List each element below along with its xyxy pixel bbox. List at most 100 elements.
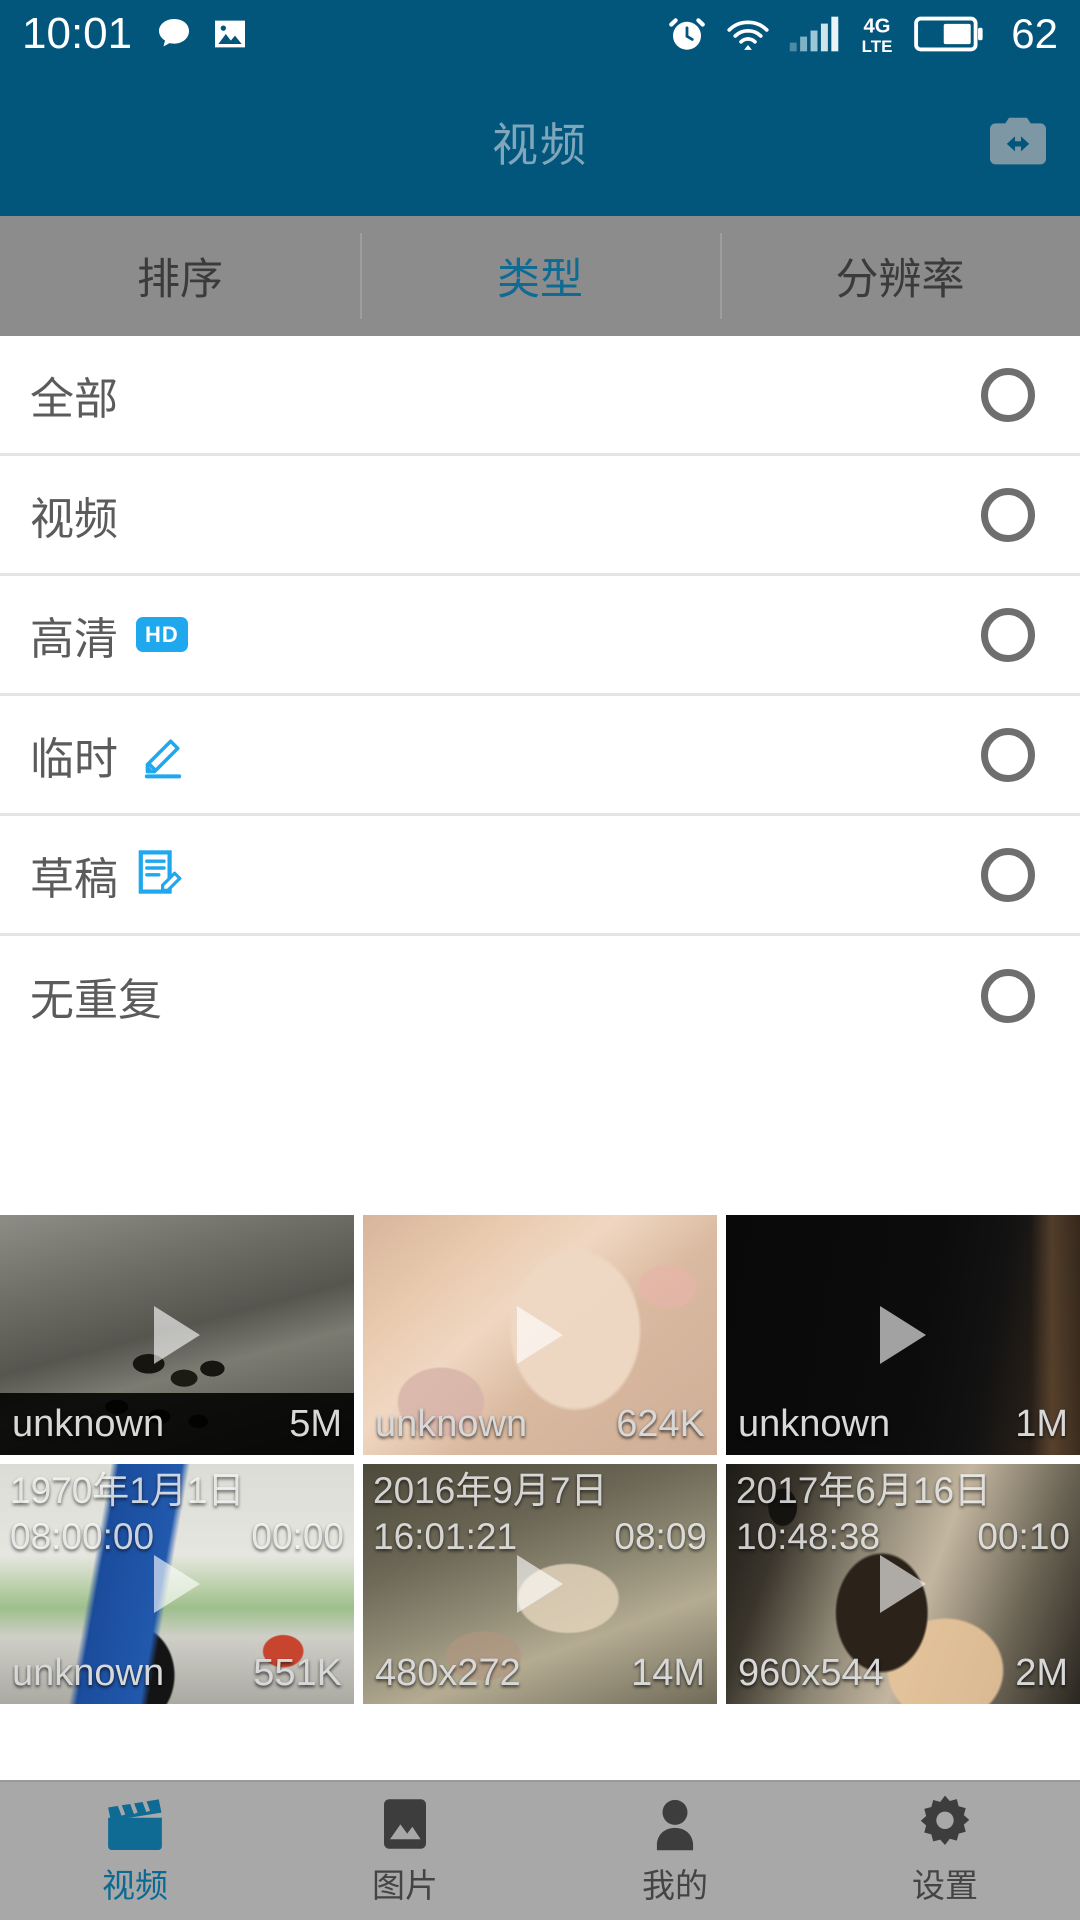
- video-date: 2016年9月7日: [373, 1470, 608, 1511]
- video-time: 10:48:38: [736, 1516, 881, 1557]
- pencil-icon: [144, 739, 182, 778]
- filter-tab-label: 排序: [137, 256, 223, 304]
- video-title: unknown: [12, 1651, 165, 1694]
- video-time: 16:01:21: [373, 1516, 518, 1557]
- filter-option-label: 视频: [30, 494, 118, 544]
- app-screen: 10:01 4G LTE 62 视频 排序 类型 分辨率 全部 视频 高清 HD…: [0, 0, 1080, 1920]
- message-icon: [154, 14, 194, 54]
- video-info-bar: unknown 1M: [726, 1393, 1080, 1455]
- video-duration: 00:00: [251, 1516, 344, 1557]
- draft-icon: [136, 848, 184, 902]
- radio-button[interactable]: [981, 969, 1035, 1023]
- video-info-bar: unknown 624K: [363, 1393, 717, 1455]
- play-icon: [154, 1306, 200, 1364]
- status-left-icons: [154, 14, 250, 54]
- app-header: 视频: [0, 68, 1080, 216]
- video-size: 551K: [253, 1651, 342, 1694]
- filter-option-row[interactable]: 高清 HD: [0, 576, 1080, 696]
- video-size: 14M: [631, 1651, 705, 1694]
- svg-text:4G: 4G: [864, 15, 891, 37]
- wifi-icon: [725, 14, 771, 54]
- nav-item-label: 我的: [642, 1866, 708, 1904]
- camera-switch-icon[interactable]: [982, 111, 1054, 173]
- filter-option-row[interactable]: 临时: [0, 696, 1080, 816]
- video-thumbnail[interactable]: unknown 5M: [0, 1215, 354, 1455]
- gallery-icon: [210, 14, 250, 54]
- tab-type[interactable]: 类型: [360, 216, 720, 336]
- filter-option-label: 全部: [30, 374, 118, 424]
- video-thumbnail[interactable]: unknown 624K: [363, 1215, 717, 1455]
- video-thumbnail[interactable]: 2017年6月16日 10:48:38 00:10 960x544 2M: [726, 1464, 1080, 1704]
- video-title: unknown: [375, 1402, 528, 1445]
- tab-resolution[interactable]: 分辨率: [720, 216, 1080, 336]
- filter-option-list: 全部 视频 高清 HD 临时 草稿 无重复: [0, 336, 1080, 1056]
- play-icon: [517, 1555, 563, 1613]
- video-info-bar: 960x544 2M: [726, 1642, 1080, 1704]
- video-time-row: 10:48:38 00:10: [736, 1516, 1070, 1558]
- video-title: 480x272: [375, 1651, 521, 1694]
- bottom-navigation: 视频 图片 我的 设置: [0, 1780, 1080, 1920]
- video-title: unknown: [12, 1402, 165, 1445]
- video-time-row: 08:00:00 00:00: [10, 1516, 344, 1558]
- video-time: 08:00:00: [10, 1516, 155, 1557]
- status-time: 10:01: [22, 9, 133, 58]
- play-icon: [154, 1555, 200, 1613]
- radio-button[interactable]: [981, 607, 1035, 662]
- play-icon: [517, 1306, 563, 1364]
- pencil-icon: [136, 728, 190, 782]
- filter-option-row[interactable]: 草稿: [0, 816, 1080, 936]
- nav-item-label: 视频: [102, 1866, 168, 1904]
- video-size: 624K: [616, 1402, 705, 1445]
- video-size: 1M: [1015, 1402, 1068, 1445]
- play-icon: [880, 1306, 926, 1364]
- svg-text:LTE: LTE: [862, 37, 893, 55]
- video-info-bar: 480x272 14M: [363, 1642, 717, 1704]
- video-title: unknown: [738, 1402, 891, 1445]
- filter-option-label: 无重复: [30, 976, 162, 1025]
- video-time-row: 16:01:21 08:09: [373, 1516, 707, 1558]
- radio-button[interactable]: [981, 847, 1035, 902]
- filter-option-row[interactable]: 无重复: [0, 936, 1080, 1056]
- video-grid: unknown 5M unknown 624K unknown 1M 1970年…: [0, 1215, 1080, 1713]
- video-size: 2M: [1015, 1651, 1068, 1694]
- radio-button[interactable]: [981, 487, 1035, 542]
- status-right-icons: 4G LTE 62: [666, 13, 1058, 55]
- play-icon: [880, 1555, 926, 1613]
- filter-option-label: 临时: [30, 734, 118, 784]
- video-info-bar: unknown 551K: [0, 1642, 354, 1704]
- nav-item-person[interactable]: 我的: [540, 1782, 810, 1920]
- filter-tab-label: 类型: [497, 256, 583, 304]
- video-size: 5M: [289, 1402, 342, 1445]
- hd-badge: HD: [136, 617, 188, 652]
- signal-icon: [788, 14, 840, 54]
- video-thumbnail[interactable]: 2016年9月7日 16:01:21 08:09 480x272 14M: [363, 1464, 717, 1704]
- radio-button[interactable]: [981, 727, 1035, 782]
- filter-option-row[interactable]: 全部: [0, 336, 1080, 456]
- video-date: 1970年1月1日: [10, 1470, 245, 1511]
- nav-item-film[interactable]: 视频: [0, 1782, 270, 1920]
- filter-tab-label: 分辨率: [835, 256, 965, 304]
- nav-item-image[interactable]: 图片: [270, 1782, 540, 1920]
- filter-option-label: 高清: [30, 614, 118, 664]
- gear-icon: [915, 1795, 975, 1852]
- tab-sort[interactable]: 排序: [0, 216, 360, 336]
- nav-item-label: 图片: [372, 1866, 438, 1904]
- radio-button[interactable]: [981, 367, 1035, 422]
- filter-option-label: 草稿: [30, 854, 118, 904]
- film-icon: [104, 1796, 166, 1852]
- person-icon: [647, 1796, 703, 1852]
- video-date: 2017年6月16日: [736, 1470, 992, 1511]
- video-duration: 00:10: [977, 1516, 1070, 1557]
- filter-option-row[interactable]: 视频: [0, 456, 1080, 576]
- video-info-bar: unknown 5M: [0, 1393, 354, 1455]
- alarm-icon: [666, 13, 708, 55]
- battery-icon: [914, 14, 984, 54]
- status-bar: 10:01 4G LTE 62: [0, 0, 1080, 68]
- video-thumbnail[interactable]: unknown 1M: [726, 1215, 1080, 1455]
- battery-level: 62: [1011, 10, 1058, 57]
- video-duration: 08:09: [614, 1516, 707, 1557]
- filter-tab-bar: 排序 类型 分辨率: [0, 216, 1080, 336]
- draft-icon: [138, 849, 182, 894]
- nav-item-gear[interactable]: 设置: [810, 1782, 1080, 1920]
- video-thumbnail[interactable]: 1970年1月1日 08:00:00 00:00 unknown 551K: [0, 1464, 354, 1704]
